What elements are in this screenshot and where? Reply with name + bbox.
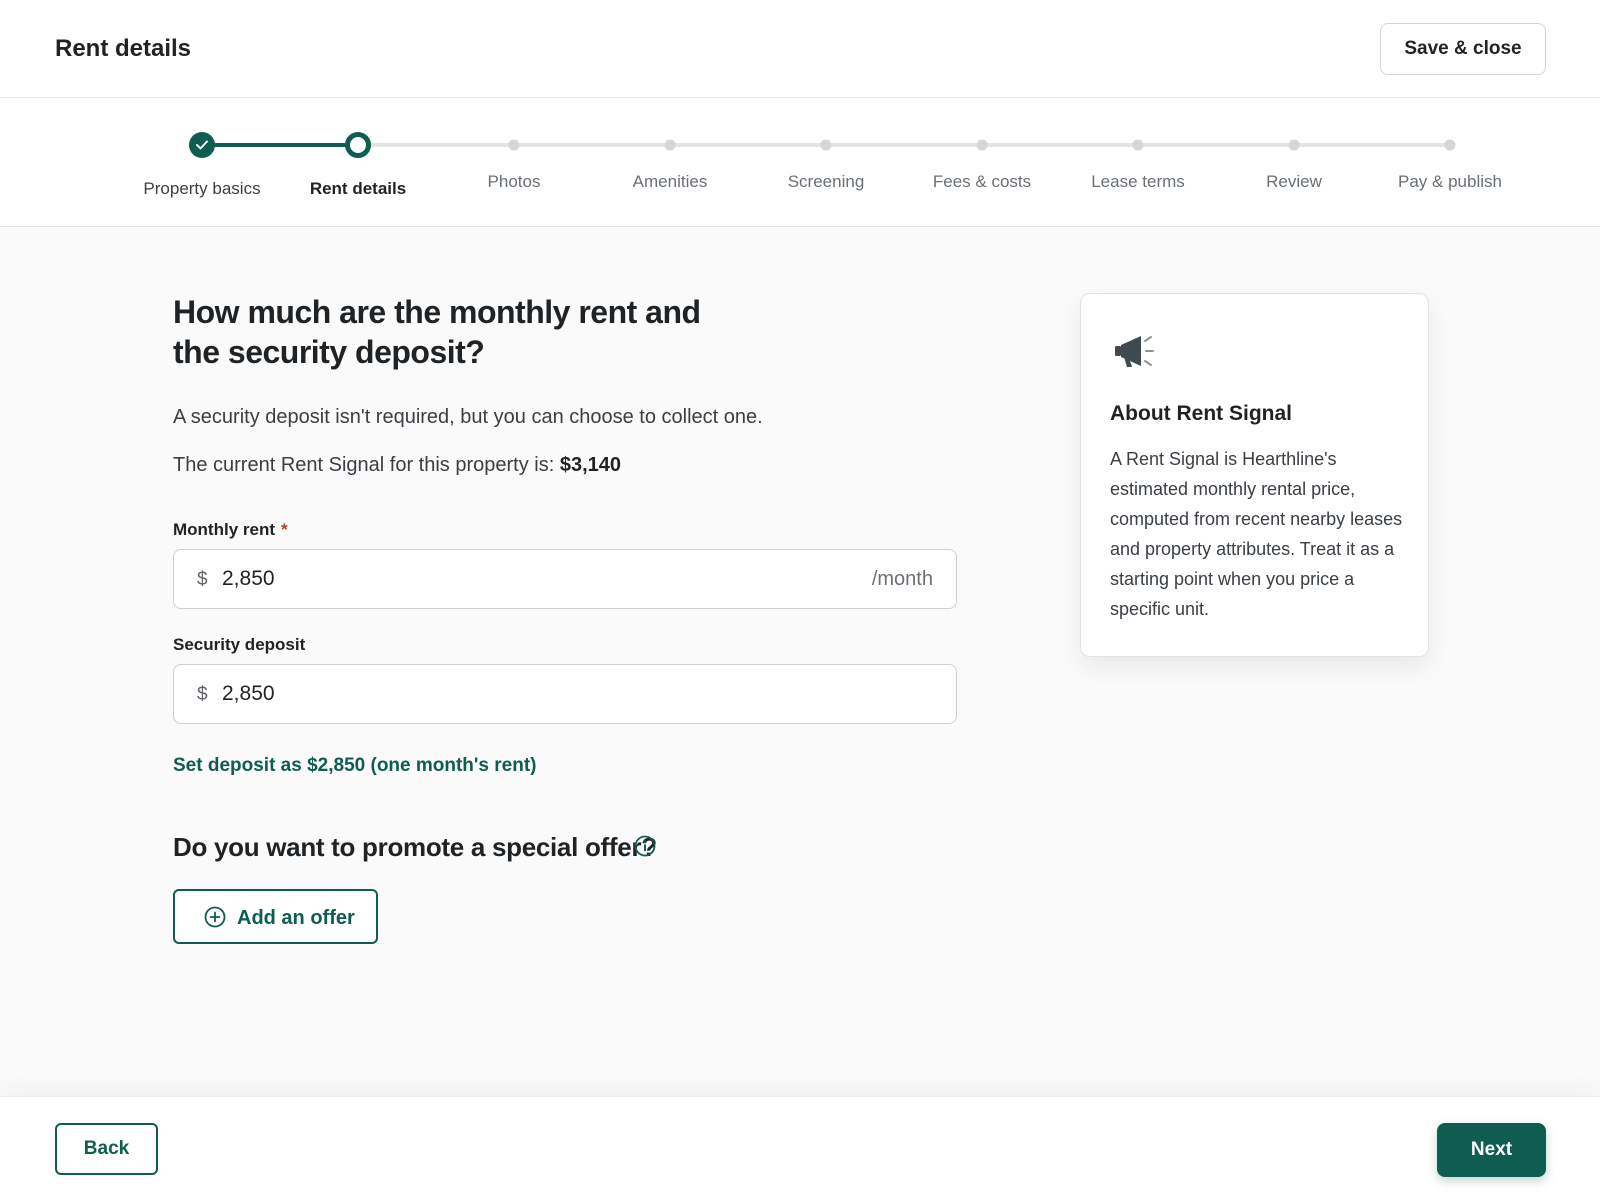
step-label: Screening	[787, 172, 865, 191]
step-pending-dot	[508, 139, 520, 151]
add-offer-label: Add an offer	[237, 907, 355, 929]
rent-signal-line: The current Rent Signal for this propert…	[173, 454, 621, 477]
step-pending-dot	[1288, 139, 1300, 151]
step-screening[interactable]: Screening	[746, 98, 906, 227]
rent-signal-prefix: The current Rent Signal for this propert…	[173, 454, 555, 476]
main-question: How much are the monthly rent and the se…	[173, 294, 701, 370]
save-close-button[interactable]: Save & close	[1380, 23, 1546, 75]
step-label: Photos	[487, 172, 541, 191]
monthly-rent-label: Monthly rent *	[173, 520, 288, 540]
step-pay-publish[interactable]: Pay & publish	[1370, 98, 1530, 227]
offer-question: Do you want to promote a special offer?	[173, 832, 657, 862]
rent-signal-info-card: About Rent Signal A Rent Signal is Heart…	[1080, 293, 1429, 657]
step-complete-check-icon	[189, 132, 215, 158]
currency-symbol: $	[197, 684, 208, 705]
step-photos[interactable]: Photos	[434, 98, 594, 227]
per-month-suffix: /month	[871, 568, 933, 590]
megaphone-icon	[1115, 336, 1154, 367]
info-icon[interactable]	[634, 835, 656, 857]
step-pending-dot	[1444, 139, 1456, 151]
step-label: Fees & costs	[932, 172, 1032, 191]
step-property-basics[interactable]: Property basics	[122, 98, 282, 227]
step-label: Lease terms	[1091, 172, 1185, 191]
next-button[interactable]: Next	[1437, 1123, 1546, 1177]
step-fees-costs[interactable]: Fees & costs	[902, 98, 1062, 227]
back-button[interactable]: Back	[55, 1123, 158, 1175]
security-deposit-input[interactable]	[222, 677, 822, 711]
step-label: Rent details	[309, 179, 407, 198]
step-pending-dot	[1132, 139, 1144, 151]
deposit-note: A security deposit isn't required, but y…	[173, 406, 763, 428]
top-bar: Rent details Save & close	[0, 0, 1600, 98]
step-pending-dot	[664, 139, 676, 151]
monthly-rent-label-text: Monthly rent	[173, 520, 275, 539]
security-deposit-label: Security deposit	[173, 635, 306, 654]
add-offer-button[interactable]: Add an offer	[173, 889, 378, 944]
footer-bar: Back Next	[0, 1096, 1600, 1200]
progress-stepper: Property basics Rent details Photos Amen…	[0, 98, 1600, 227]
step-label: Amenities	[632, 172, 708, 191]
monthly-rent-field[interactable]: $ /month	[173, 549, 957, 609]
step-label: Pay & publish	[1398, 172, 1502, 191]
step-label: Property basics	[143, 179, 261, 198]
plus-circle-icon	[204, 906, 226, 928]
step-review[interactable]: Review	[1214, 98, 1374, 227]
step-rent-details[interactable]: Rent details	[278, 98, 438, 227]
step-lease-terms[interactable]: Lease terms	[1058, 98, 1218, 227]
step-pending-dot	[976, 139, 988, 151]
currency-symbol: $	[197, 569, 208, 590]
step-amenities[interactable]: Amenities	[590, 98, 750, 227]
set-deposit-link[interactable]: Set deposit as $2,850 (one month's rent)	[173, 755, 537, 777]
card-body: A Rent Signal is Hearthline's estimated …	[1110, 449, 1403, 619]
required-mark: *	[281, 520, 288, 539]
page-title: Rent details	[55, 35, 192, 62]
step-pending-dot	[820, 139, 832, 151]
security-deposit-field[interactable]: $	[173, 664, 957, 724]
rent-signal-value: $3,140	[559, 454, 622, 476]
monthly-rent-input[interactable]	[222, 562, 822, 596]
step-current-dot	[345, 132, 371, 158]
step-label: Review	[1266, 172, 1322, 191]
card-title: About Rent Signal	[1110, 402, 1292, 425]
